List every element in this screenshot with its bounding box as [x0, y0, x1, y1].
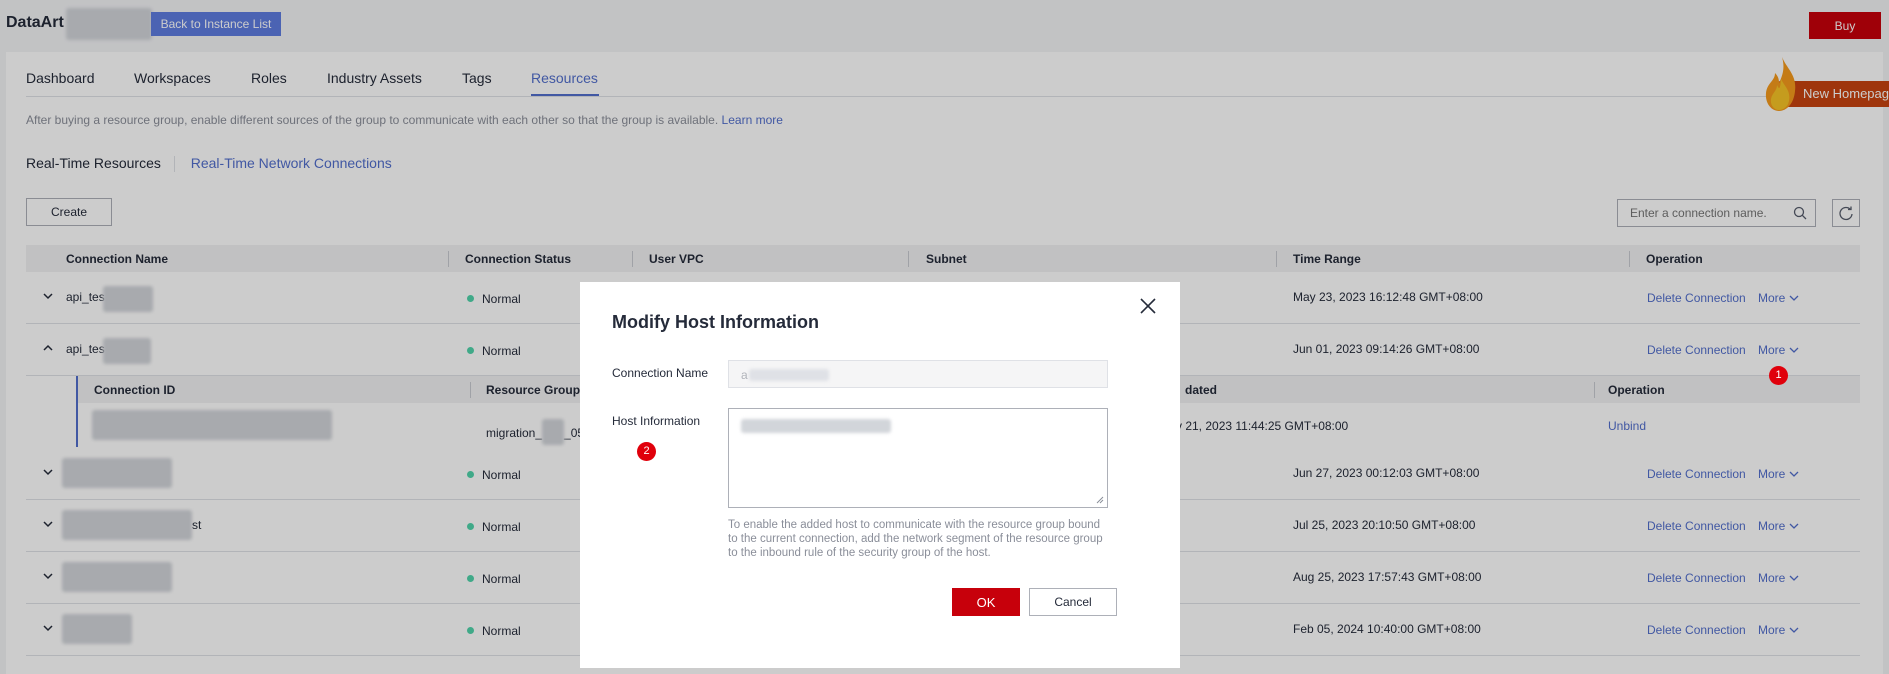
redacted-host-info — [741, 419, 891, 433]
modify-host-dialog: Modify Host Information Connection Name … — [580, 282, 1180, 668]
dialog-title: Modify Host Information — [612, 312, 819, 332]
step-badge-2: 2 — [637, 442, 656, 461]
host-information-textarea[interactable] — [728, 408, 1108, 508]
ok-button[interactable]: OK — [952, 588, 1020, 616]
resize-handle-icon[interactable] — [1096, 496, 1104, 504]
connection-name-label: Connection Name — [612, 366, 709, 380]
step-badge-1: 1 — [1769, 366, 1788, 385]
redacted-connection-name — [749, 369, 829, 381]
cancel-button[interactable]: Cancel — [1029, 588, 1117, 616]
close-icon[interactable] — [1138, 296, 1158, 316]
host-information-label: Host Information — [612, 414, 701, 428]
connection-name-value: a — [741, 368, 748, 382]
host-help-text: To enable the added host to communicate … — [728, 519, 1103, 559]
connection-name-field: a — [728, 360, 1108, 388]
